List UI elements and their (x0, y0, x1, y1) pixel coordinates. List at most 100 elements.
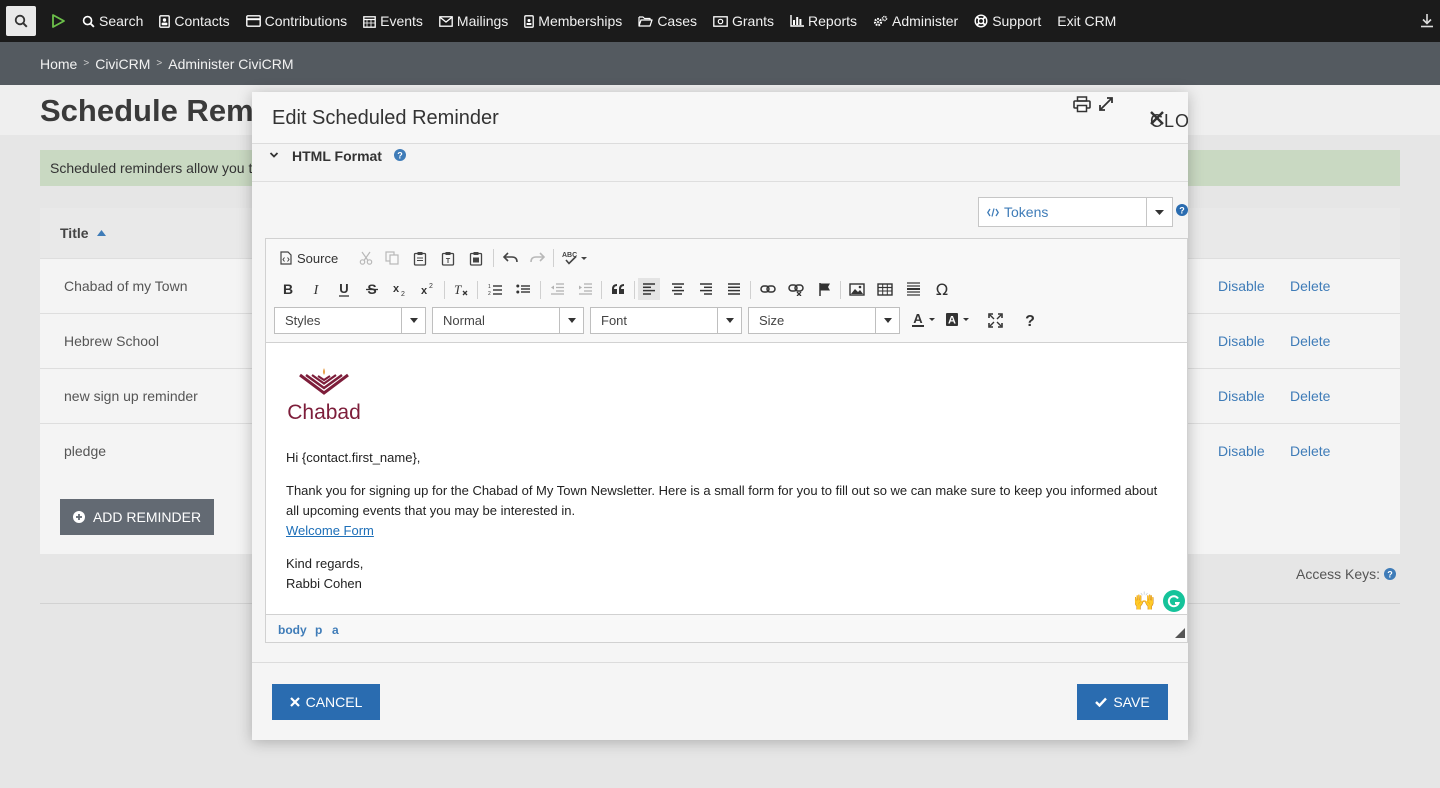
drawer-toggle[interactable] (1420, 13, 1434, 33)
strikethrough-button[interactable]: S (361, 278, 383, 300)
blockquote-button[interactable] (607, 278, 629, 300)
superscript-button[interactable]: x2 (417, 278, 439, 300)
italic-icon: I (313, 283, 320, 296)
save-button[interactable]: Save (1077, 684, 1168, 720)
html-format-section-header[interactable]: HTML Format ? (252, 144, 1188, 182)
resize-handle-icon[interactable] (1175, 628, 1185, 638)
align-center-button[interactable] (667, 278, 689, 300)
nav-mailings[interactable]: Mailings (431, 0, 516, 42)
fullscreen-button[interactable] (1098, 96, 1114, 117)
print-button[interactable] (1073, 96, 1091, 118)
delete-link[interactable]: Delete (1290, 333, 1330, 349)
nav-grants[interactable]: Grants (705, 0, 782, 42)
align-right-button[interactable] (695, 278, 717, 300)
signature-line: Rabbi Cohen (286, 576, 362, 591)
editor-content[interactable]: Chabad Hi {contact.first_name}, Thank yo… (266, 344, 1187, 614)
unlink-button[interactable] (785, 278, 807, 300)
emoji-widget[interactable]: 🙌 (1133, 591, 1155, 612)
disable-link[interactable]: Disable (1218, 443, 1265, 459)
question-circle-icon[interactable]: ? (1176, 204, 1188, 216)
nav-cases[interactable]: Cases (630, 0, 705, 42)
access-keys[interactable]: Access Keys: ? (1296, 566, 1397, 582)
format-select[interactable]: Normal (432, 307, 584, 334)
add-reminder-button[interactable]: Add Reminder (60, 499, 214, 535)
breadcrumb-civicrm[interactable]: CiviCRM (95, 56, 150, 72)
sort-asc-icon[interactable] (96, 230, 106, 236)
tokens-dropdown-arrow[interactable] (1146, 198, 1172, 226)
tokens-select[interactable]: Tokens (978, 197, 1173, 227)
numbered-list-button[interactable]: 12 (484, 278, 506, 300)
delete-link[interactable]: Delete (1290, 443, 1330, 459)
paste-word-button[interactable] (465, 247, 487, 269)
outdent-button[interactable] (546, 278, 568, 300)
tokens-value: Tokens (979, 204, 1146, 220)
row-title[interactable]: pledge (64, 443, 106, 459)
italic-button[interactable]: I (305, 278, 327, 300)
disable-link[interactable]: Disable (1218, 278, 1265, 294)
copy-button[interactable] (381, 247, 403, 269)
styles-select[interactable]: Styles (274, 307, 426, 334)
civicrm-logo[interactable] (50, 13, 66, 29)
horizontal-rule-button[interactable] (902, 278, 924, 300)
welcome-form-link[interactable]: Welcome Form (286, 523, 374, 538)
text-color-button[interactable]: A (910, 309, 938, 331)
bulleted-list-button[interactable] (512, 278, 534, 300)
subscript-button[interactable]: x2 (389, 278, 411, 300)
path-p[interactable]: p (315, 623, 322, 637)
calendar-icon (363, 15, 376, 28)
close-button[interactable] (1149, 110, 1165, 131)
nav-label: Reports (808, 13, 858, 29)
table-button[interactable] (874, 278, 896, 300)
row-title[interactable]: Hebrew School (64, 333, 159, 349)
nav-reports[interactable]: Reports (782, 0, 865, 42)
link-button[interactable] (757, 278, 779, 300)
paste-text-button[interactable]: T (437, 247, 459, 269)
nav-events[interactable]: Events (355, 0, 431, 42)
breadcrumb-home[interactable]: Home (40, 56, 77, 72)
row-title[interactable]: new sign up reminder (64, 388, 198, 404)
help-button[interactable]: ? (1019, 309, 1041, 331)
special-char-button[interactable]: Ω (931, 278, 953, 300)
nav-search[interactable]: Search (74, 0, 151, 42)
nav-contributions[interactable]: Contributions (238, 0, 356, 42)
path-body[interactable]: body (278, 623, 307, 637)
spellcheck-button[interactable]: ABC (560, 247, 590, 269)
align-left-button[interactable] (638, 278, 660, 300)
question-circle-icon[interactable]: ? (394, 149, 406, 161)
size-select[interactable]: Size (748, 307, 900, 334)
undo-icon (502, 252, 518, 263)
delete-link[interactable]: Delete (1290, 388, 1330, 404)
paste-button[interactable] (409, 247, 431, 269)
redo-button[interactable] (526, 247, 548, 269)
column-title[interactable]: Title (60, 225, 89, 241)
background-color-button[interactable]: A (944, 309, 972, 331)
row-title[interactable]: Chabad of my Town (64, 278, 187, 294)
nav-support[interactable]: Support (966, 0, 1049, 42)
grammarly-button[interactable] (1163, 590, 1185, 612)
cut-button[interactable] (355, 247, 377, 269)
nav-contacts[interactable]: Contacts (151, 0, 237, 42)
cancel-button[interactable]: Cancel (272, 684, 380, 720)
justify-button[interactable] (723, 278, 745, 300)
delete-link[interactable]: Delete (1290, 278, 1330, 294)
quicksearch-button[interactable] (6, 6, 36, 36)
font-select[interactable]: Font (590, 307, 742, 334)
indent-button[interactable] (574, 278, 596, 300)
nav-administer[interactable]: Administer (865, 0, 966, 42)
breadcrumb-administer[interactable]: Administer CiviCRM (168, 56, 293, 72)
underline-button[interactable]: U (333, 278, 355, 300)
anchor-button[interactable] (813, 278, 835, 300)
disable-link[interactable]: Disable (1218, 333, 1265, 349)
nav-memberships[interactable]: Memberships (516, 0, 630, 42)
maximize-button[interactable] (984, 309, 1006, 331)
source-button[interactable]: Source (280, 247, 338, 269)
remove-format-button[interactable]: T (450, 278, 472, 300)
undo-button[interactable] (499, 247, 521, 269)
bold-button[interactable]: B (277, 278, 299, 300)
spellcheck-icon: ABC (562, 252, 587, 265)
disable-link[interactable]: Disable (1218, 388, 1265, 404)
size-value: Size (759, 313, 785, 328)
nav-exit-crm[interactable]: Exit CRM (1049, 0, 1124, 42)
image-button[interactable] (846, 278, 868, 300)
path-a[interactable]: a (332, 623, 339, 637)
